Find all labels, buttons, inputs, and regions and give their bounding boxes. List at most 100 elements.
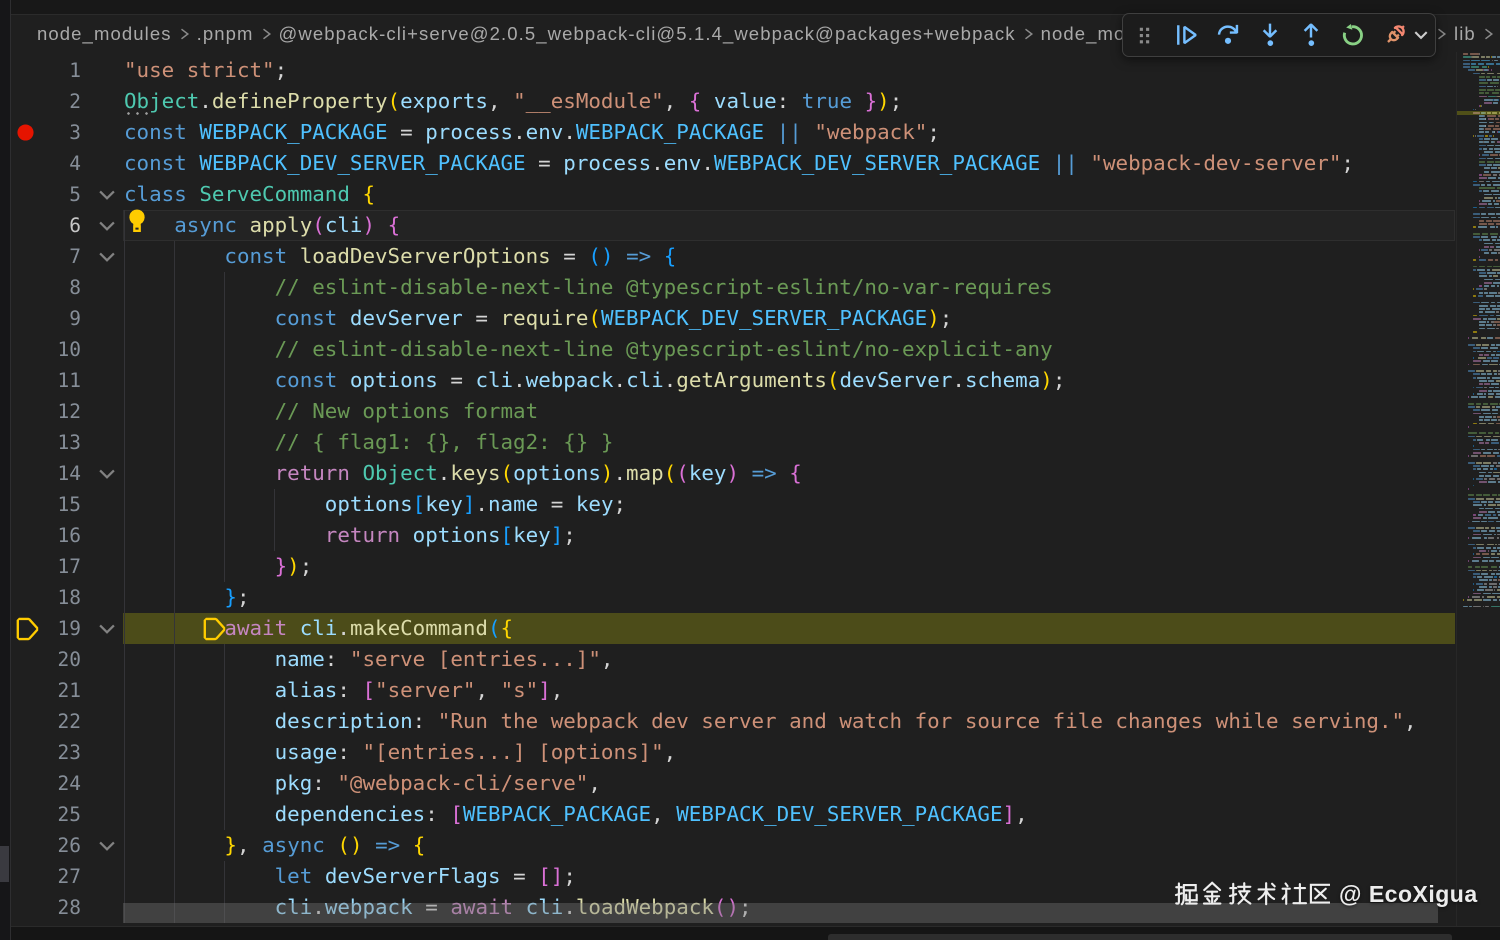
code-line-3[interactable]: 3 const WEBPACK_PACKAGE = process.env.WEB… [11, 117, 1456, 148]
minimap-line [1479, 285, 1482, 287]
fold-chevron-icon[interactable] [95, 183, 119, 207]
code-token: key [513, 523, 551, 547]
code-line-11[interactable]: 11 const options = cli.webpack.cli.getAr… [11, 365, 1456, 396]
code-line-6[interactable]: 6 async apply(cli) { [11, 207, 1456, 241]
code-line-21[interactable]: 21 alias: ["server", "s"], [11, 675, 1456, 706]
minimap-line [1494, 59, 1498, 62]
minimap-line [1468, 344, 1475, 346]
step-over-button[interactable] [1207, 16, 1249, 54]
minimap-line [1496, 527, 1500, 529]
code-token: return [274, 461, 350, 485]
breadcrumb-item[interactable]: .pnpm [197, 23, 254, 45]
code-line-2[interactable]: 2 Object.defineProperty(exports, "__esMod… [11, 86, 1456, 117]
minimap-line [1476, 69, 1483, 72]
breadcrumb-item[interactable]: lib [1454, 23, 1476, 45]
code-line-16[interactable]: 16 return options[key]; [11, 520, 1456, 551]
minimap-line [1493, 451, 1499, 454]
panel-scrollbar[interactable] [828, 934, 1452, 940]
code-line-12[interactable]: 12 // New options format [11, 396, 1456, 427]
code-line-7[interactable]: 7 const loadDevServerOptions = () => { [11, 241, 1456, 272]
more-icon [1414, 31, 1428, 40]
restart-button[interactable] [1332, 16, 1374, 54]
minimap-line [1493, 265, 1500, 268]
code-token: // { flag1: {}, flag2: {} } [274, 430, 614, 454]
code-text: // eslint-disable-next-line @typescript-… [124, 272, 1053, 303]
code-line-19[interactable]: 19 await cli.makeCommand({ [11, 613, 1456, 644]
step-out-button[interactable] [1291, 16, 1333, 54]
minimap-line [1489, 586, 1492, 588]
code-token: = [550, 492, 564, 516]
code-line-26[interactable]: 26 }, async () => { [11, 830, 1456, 861]
minimap-line [1495, 294, 1500, 297]
continue-button[interactable] [1166, 16, 1208, 54]
minimap-line [1476, 569, 1481, 572]
code-text: }; [124, 582, 249, 613]
breakpoint-icon[interactable] [14, 121, 37, 144]
fold-chevron-icon[interactable] [95, 462, 119, 486]
minimap-line [1486, 546, 1491, 549]
code-line-15[interactable]: 15 options[key].name = key; [11, 489, 1456, 520]
code-line-17[interactable]: 17 }); [11, 551, 1456, 582]
fold-chevron-icon[interactable] [95, 214, 119, 238]
toolbar-drag-handle[interactable] [1124, 16, 1166, 54]
code-line-13[interactable]: 13 // { flag1: {}, flag2: {} } [11, 427, 1456, 458]
code-line-9[interactable]: 9 const devServer = require(WEBPACK_DEV_… [11, 303, 1456, 334]
sidebar-scrollbar-thumb[interactable] [0, 846, 9, 882]
code-line-1[interactable]: 1 "use strict"; [11, 55, 1456, 86]
minimap-line [1493, 164, 1500, 166]
more-button[interactable] [1407, 16, 1435, 54]
code-token: , [487, 89, 501, 113]
minimap-line [1493, 281, 1500, 284]
minimap-line [1473, 556, 1481, 559]
minimap-line [1484, 245, 1489, 248]
code-line-20[interactable]: 20 name: "serve [entries...]", [11, 644, 1456, 675]
code-token: devServerFlags [324, 864, 501, 888]
code-token: pkg [274, 771, 313, 795]
minimap-line [1489, 291, 1497, 294]
minimap-line [1490, 245, 1494, 248]
code-line-8[interactable]: 8 // eslint-disable-next-line @typescrip… [11, 272, 1456, 303]
fold-chevron-icon[interactable] [95, 245, 119, 269]
code-line-10[interactable]: 10 // eslint-disable-next-line @typescri… [11, 334, 1456, 365]
lightbulb-icon[interactable] [123, 207, 151, 235]
code-line-23[interactable]: 23 usage: "[entries...] [options]", [11, 737, 1456, 768]
minimap-line [1473, 589, 1474, 592]
code-text: await cli.makeCommand({ [124, 613, 513, 644]
minimap-line [1473, 576, 1476, 578]
code-line-5[interactable]: 5 class ServeCommand { [11, 179, 1456, 210]
minimap-line [1488, 259, 1493, 261]
breadcrumb-tail[interactable]: lib [1429, 15, 1500, 53]
minimap-line [1496, 344, 1500, 346]
minimap-line [1473, 317, 1481, 320]
code-token: devServer [349, 306, 463, 330]
continue-icon [1177, 25, 1197, 45]
minimap-line [1496, 380, 1500, 382]
minimap-line [1493, 357, 1499, 359]
minimap-line [1496, 213, 1500, 216]
code-token: "@webpack-cli/serve" [337, 771, 589, 795]
fold-chevron-icon[interactable] [95, 617, 119, 641]
minimap-line [1484, 193, 1492, 196]
code-line-22[interactable]: 22 description: "Run the webpack dev ser… [11, 706, 1456, 737]
breadcrumb-item[interactable]: node_modules [37, 23, 172, 45]
breadcrumb-item[interactable]: @webpack-cli+serve@2.0.5_webpack-cli@5.1… [279, 23, 1016, 45]
minimap-line [1487, 543, 1494, 546]
code-token: ) [877, 89, 890, 113]
code-line-25[interactable]: 25 dependencies: [WEBPACK_PACKAGE, WEBPA… [11, 799, 1456, 830]
fold-chevron-icon[interactable] [95, 834, 119, 858]
minimap-line [1484, 504, 1486, 507]
minimap-line [1473, 294, 1476, 297]
minimap-line [1491, 566, 1497, 569]
line-number: 19 [57, 617, 81, 640]
code-line-4[interactable]: 4 const WEBPACK_DEV_SERVER_PACKAGE = proc… [11, 148, 1456, 179]
minimap-line [1479, 239, 1482, 242]
code-line-14[interactable]: 14 return Object.keys(options).map((key)… [11, 458, 1456, 489]
code-token: ; [939, 306, 953, 330]
code-line-18[interactable]: 18 }; [11, 582, 1456, 613]
step-into-button[interactable] [1249, 16, 1291, 54]
code-line-24[interactable]: 24 pkg: "@webpack-cli/serve", [11, 768, 1456, 799]
minimap-line [1463, 53, 1468, 55]
minimap-line [1487, 157, 1493, 160]
minimap[interactable] [1456, 52, 1500, 926]
